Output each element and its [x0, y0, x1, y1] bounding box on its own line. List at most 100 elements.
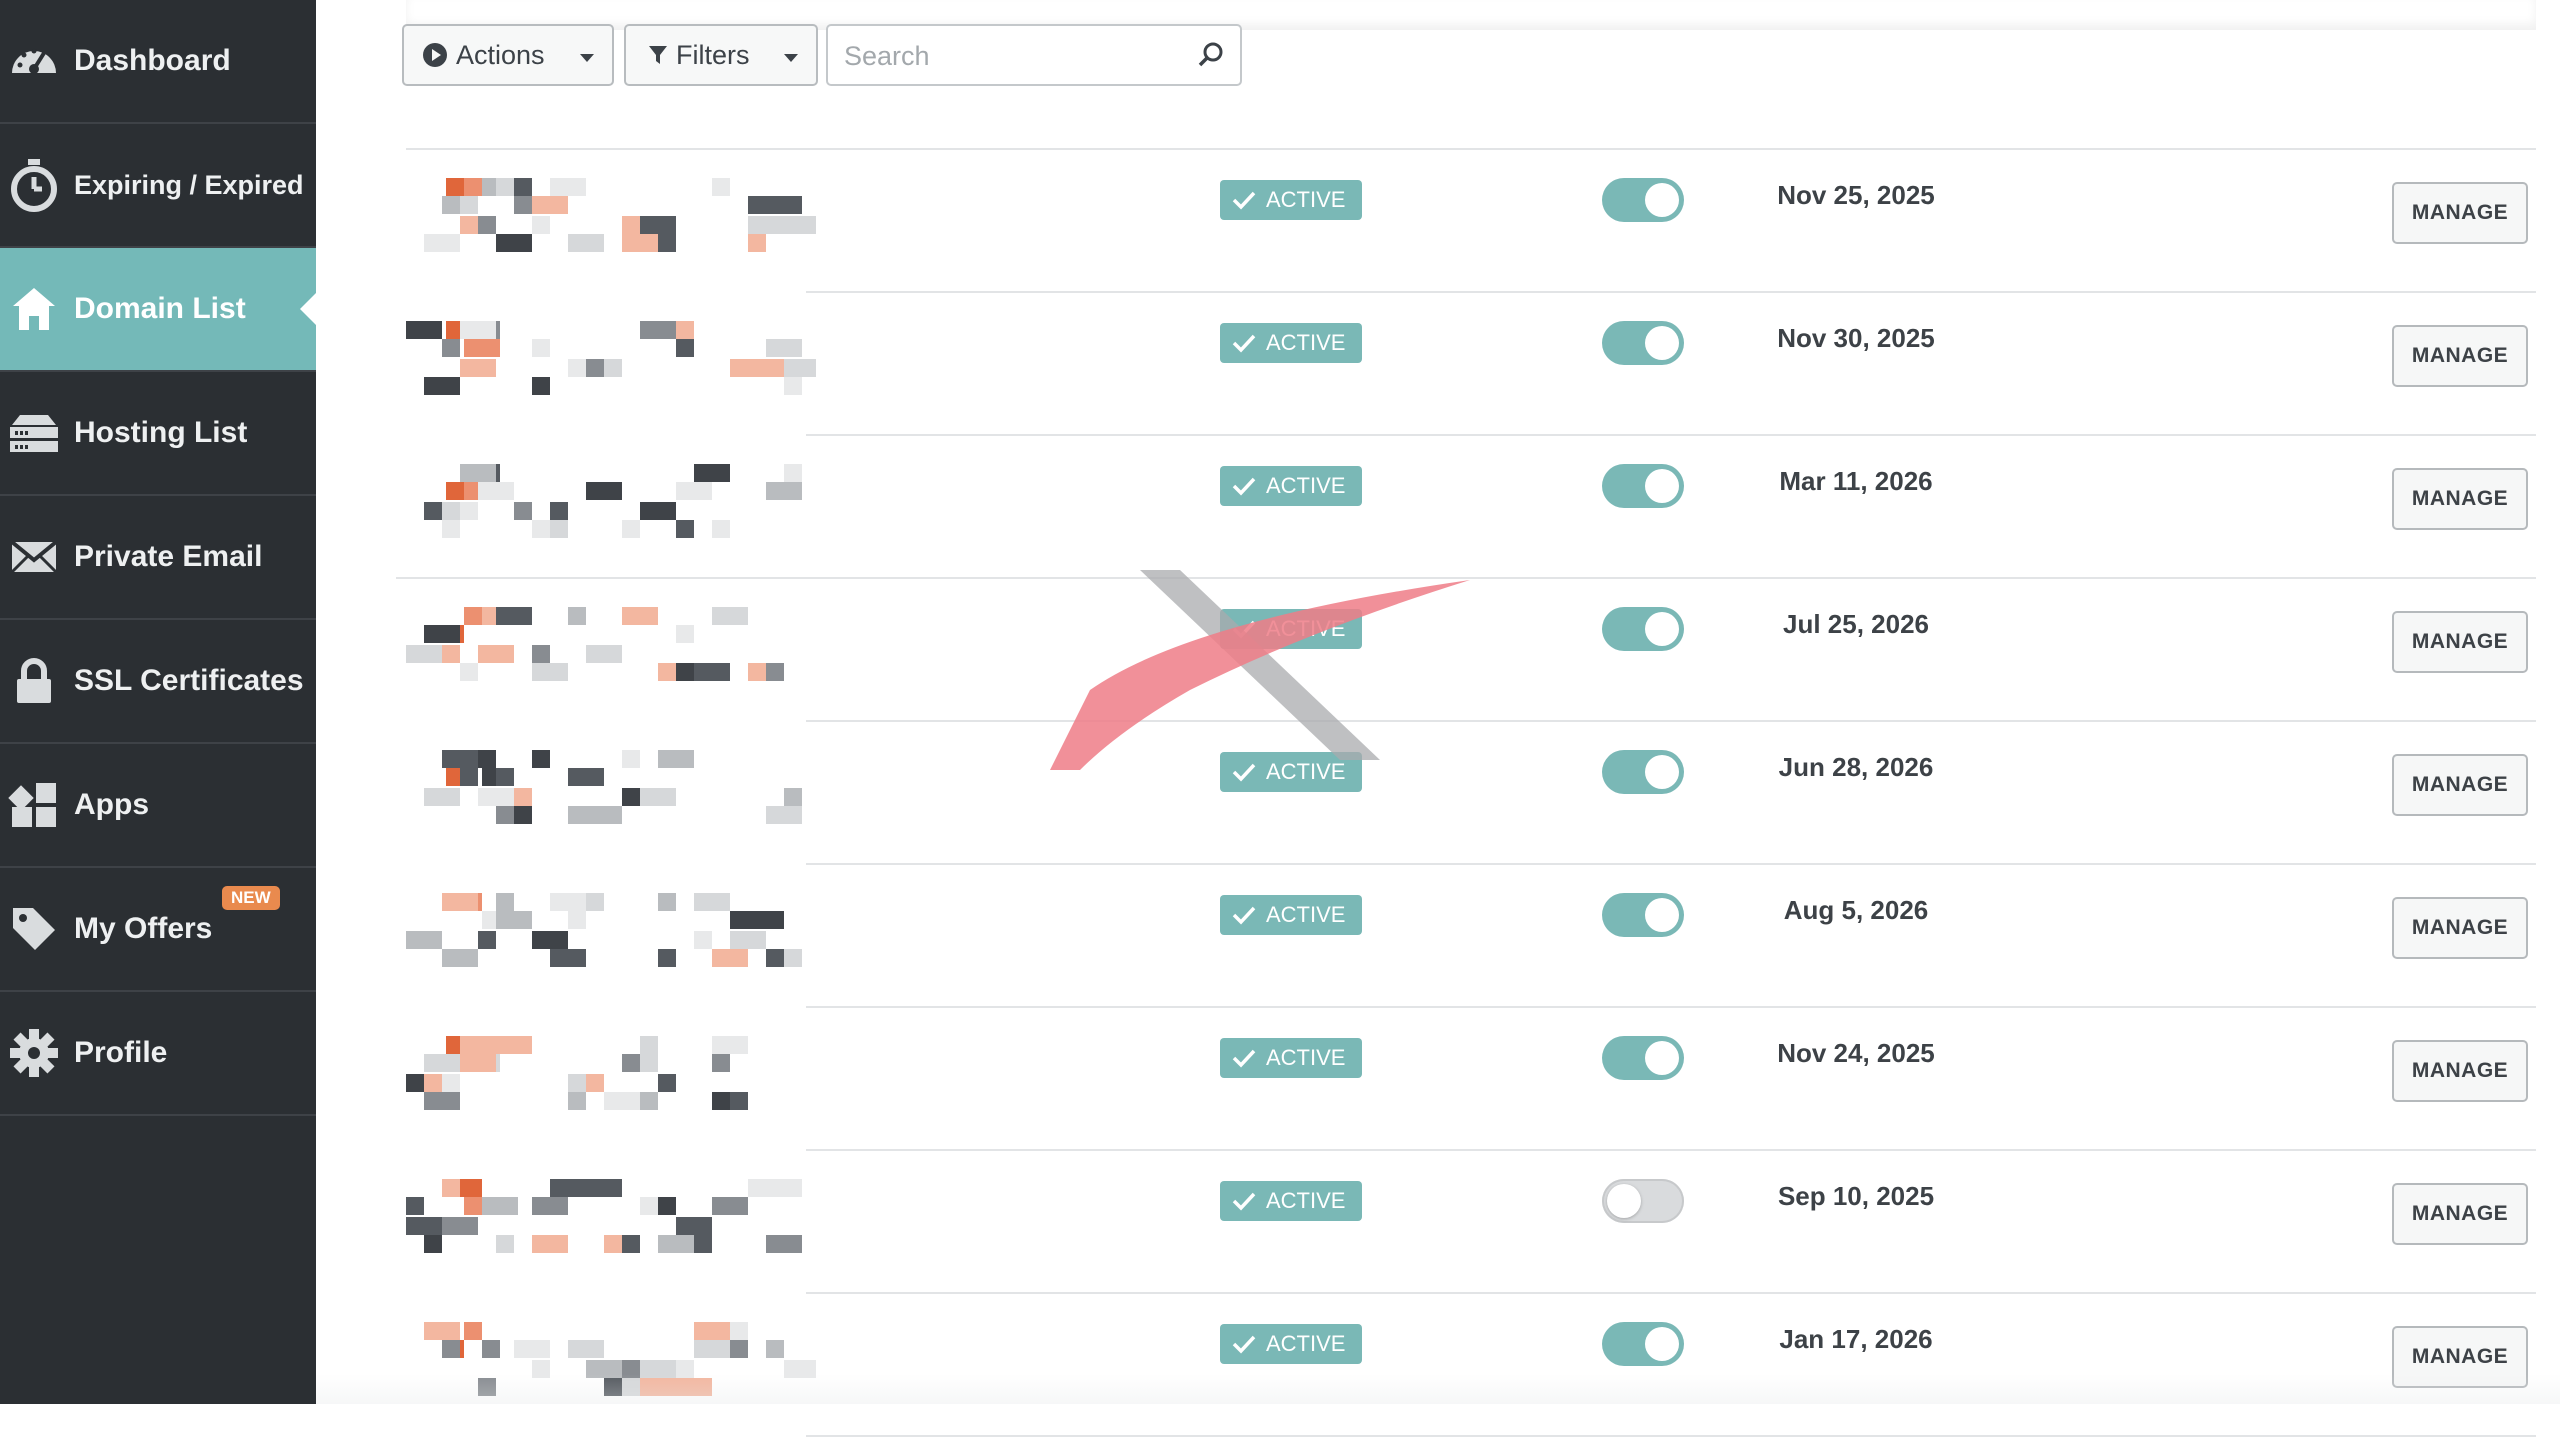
blur-pixel [694, 1322, 730, 1340]
blur-pixel [766, 1340, 784, 1358]
status-badge: ACTIVE [1220, 180, 1362, 220]
blur-pixel [712, 178, 730, 196]
blur-pixel [640, 321, 676, 339]
manage-button[interactable]: MANAGE [2392, 325, 2528, 387]
blur-pixel [478, 645, 514, 663]
sidebar-item-label: Expiring / Expired [74, 169, 304, 200]
blur-pixel [406, 1197, 424, 1215]
blur-pixel [442, 502, 460, 520]
blur-pixel [460, 768, 478, 786]
blur-pixel [464, 339, 500, 357]
toggle-knob [1645, 1041, 1679, 1075]
blur-pixel [514, 1340, 550, 1358]
manage-button[interactable]: MANAGE [2392, 1183, 2528, 1245]
manage-button[interactable]: MANAGE [2392, 1040, 2528, 1102]
blur-pixel [784, 949, 802, 967]
auto-renew-toggle[interactable] [1602, 178, 1684, 222]
blur-pixel [622, 234, 658, 252]
toggle-knob [1645, 183, 1679, 217]
filter-icon [648, 44, 668, 66]
server-icon [6, 405, 62, 461]
sidebar-item-expiring[interactable]: Expiring / Expired [0, 124, 316, 248]
check-icon [1232, 191, 1256, 210]
search-input[interactable] [842, 36, 1186, 76]
toggle-knob [1645, 898, 1679, 932]
blur-pixel [550, 520, 568, 538]
sidebar-item-dashboard[interactable]: Dashboard [0, 0, 316, 124]
sidebar-item-private-email[interactable]: Private Email [0, 496, 316, 620]
status-badge: ACTIVE [1220, 323, 1362, 363]
blur-pixel [784, 788, 802, 806]
blur-pixel [406, 931, 442, 949]
manage-button[interactable]: MANAGE [2392, 611, 2528, 673]
blur-pixel [766, 339, 802, 357]
sidebar-item-domain-list[interactable]: Domain List [0, 248, 318, 372]
auto-renew-toggle[interactable] [1602, 1179, 1684, 1223]
status-label: ACTIVE [1266, 1331, 1346, 1356]
auto-renew-toggle[interactable] [1602, 750, 1684, 794]
check-icon [1232, 334, 1256, 353]
blur-pixel [568, 607, 586, 625]
blur-pixel [712, 1054, 730, 1072]
auto-renew-toggle[interactable] [1602, 464, 1684, 508]
blur-pixel [766, 482, 802, 500]
active-caret [300, 291, 318, 327]
blur-pixel [514, 196, 532, 214]
sidebar-item-hosting-list[interactable]: Hosting List [0, 372, 316, 496]
blur-pixel [442, 1074, 460, 1092]
gear-icon [6, 1025, 62, 1081]
blur-pixel [496, 607, 532, 625]
blur-pixel [424, 1054, 460, 1072]
blur-pixel [442, 339, 460, 357]
sidebar-item-label: Profile [74, 1036, 168, 1069]
auto-renew-toggle[interactable] [1602, 1322, 1684, 1366]
check-icon [1232, 906, 1256, 925]
status-badge: ACTIVE [1220, 609, 1362, 649]
blur-pixel [568, 1092, 586, 1110]
sidebar-item-apps[interactable]: Apps [0, 744, 316, 868]
sidebar-item-ssl-certificates[interactable]: SSL Certificates [0, 620, 316, 744]
sidebar-item-my-offers[interactable]: My Offers NEW [0, 868, 316, 992]
auto-renew-toggle[interactable] [1602, 1036, 1684, 1080]
filters-dropdown[interactable]: Filters [624, 24, 818, 86]
expiration-date: Nov 24, 2025 [1777, 1038, 1935, 1068]
search-icon[interactable] [1196, 40, 1226, 75]
blur-pixel [514, 502, 532, 520]
blur-pixel [496, 806, 514, 824]
auto-renew-toggle[interactable] [1602, 607, 1684, 651]
manage-button[interactable]: MANAGE [2392, 897, 2528, 959]
blur-pixel [640, 216, 676, 234]
table-row: ACTIVE Jul 25, 2026 MANAGE [406, 579, 2536, 722]
new-badge: NEW [222, 886, 280, 910]
blur-pixel [604, 1235, 622, 1253]
sidebar-item-profile[interactable]: Profile [0, 992, 316, 1116]
expiration-date: Nov 30, 2025 [1777, 323, 1935, 353]
table-row: ACTIVE Jan 17, 2026 MANAGE [406, 1294, 2536, 1437]
blur-pixel [676, 339, 694, 357]
redacted-domain-name [406, 865, 816, 1008]
toggle-knob [1645, 326, 1679, 360]
blur-pixel [676, 1217, 712, 1235]
blur-pixel [748, 216, 784, 234]
toggle-knob [1645, 612, 1679, 646]
status-label: ACTIVE [1266, 187, 1346, 212]
sidebar-item-label: Domain List [74, 292, 246, 325]
manage-button[interactable]: MANAGE [2392, 468, 2528, 530]
blur-pixel [442, 949, 478, 967]
blur-pixel [640, 1036, 658, 1054]
auto-renew-toggle[interactable] [1602, 321, 1684, 365]
manage-button[interactable]: MANAGE [2392, 182, 2528, 244]
manage-button[interactable]: MANAGE [2392, 754, 2528, 816]
blur-pixel [694, 1235, 712, 1253]
envelope-icon [6, 529, 62, 585]
blur-pixel [424, 1092, 460, 1110]
expiration-date: Aug 5, 2026 [1783, 895, 1929, 925]
auto-renew-toggle[interactable] [1602, 893, 1684, 937]
sidebar-item-label: Dashboard [74, 44, 231, 77]
status-badge: ACTIVE [1220, 1324, 1362, 1364]
table-row: ACTIVE Sep 10, 2025 MANAGE [406, 1151, 2536, 1294]
blur-pixel [532, 196, 568, 214]
blur-pixel [748, 663, 766, 681]
actions-dropdown[interactable]: Actions [402, 24, 614, 86]
blur-pixel [676, 482, 712, 500]
